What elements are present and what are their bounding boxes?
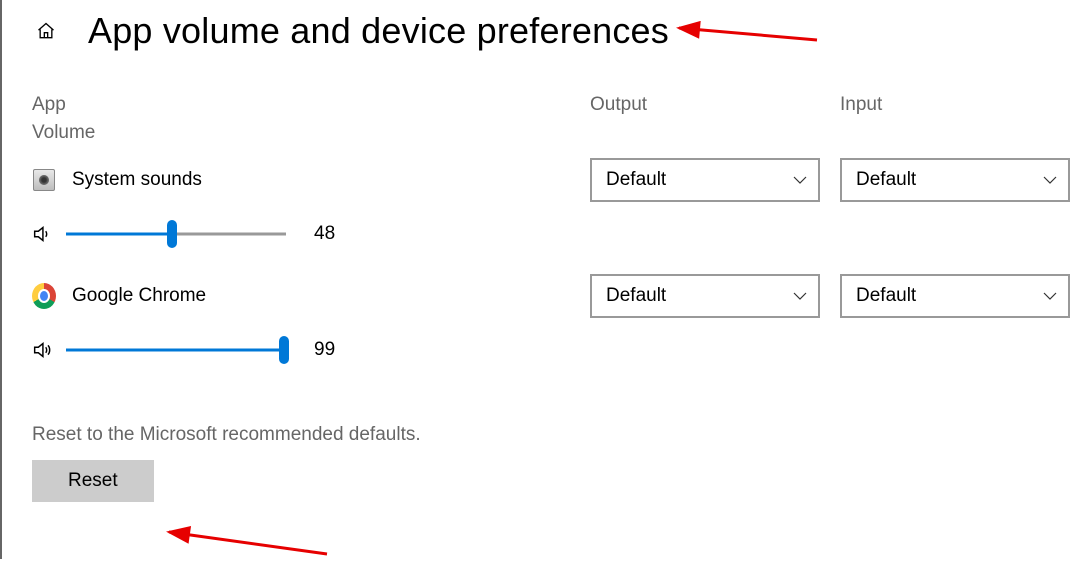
chevron-down-icon [792, 288, 808, 304]
input-select[interactable]: Default [840, 274, 1070, 318]
volume-slider[interactable] [66, 220, 286, 248]
app-name: Google Chrome [72, 285, 206, 307]
volume-label: Volume [2, 116, 1080, 144]
input-select-value: Default [856, 169, 916, 191]
home-icon[interactable] [32, 17, 60, 45]
speaker-icon [28, 223, 56, 245]
system-sounds-icon [32, 168, 56, 192]
column-header-input: Input [840, 94, 1040, 116]
speaker-icon [28, 339, 56, 361]
output-select-value: Default [606, 285, 666, 307]
app-name: System sounds [72, 169, 202, 191]
page-title: App volume and device preferences [88, 10, 669, 52]
app-row: Google Chrome Default Default [2, 248, 1080, 318]
reset-button[interactable]: Reset [32, 460, 154, 502]
output-select[interactable]: Default [590, 158, 820, 202]
chevron-down-icon [1042, 172, 1058, 188]
column-header-output: Output [590, 94, 840, 116]
volume-value: 48 [314, 223, 335, 245]
app-row: System sounds Default Default [2, 144, 1080, 202]
volume-slider[interactable] [66, 336, 286, 364]
output-select-value: Default [606, 169, 666, 191]
reset-description: Reset to the Microsoft recommended defau… [32, 424, 1080, 446]
column-header-app: App [32, 94, 590, 116]
input-select-value: Default [856, 285, 916, 307]
chevron-down-icon [1042, 288, 1058, 304]
output-select[interactable]: Default [590, 274, 820, 318]
annotation-arrow [157, 510, 337, 565]
input-select[interactable]: Default [840, 158, 1070, 202]
chevron-down-icon [792, 172, 808, 188]
chrome-icon [32, 284, 56, 308]
volume-value: 99 [314, 339, 335, 361]
